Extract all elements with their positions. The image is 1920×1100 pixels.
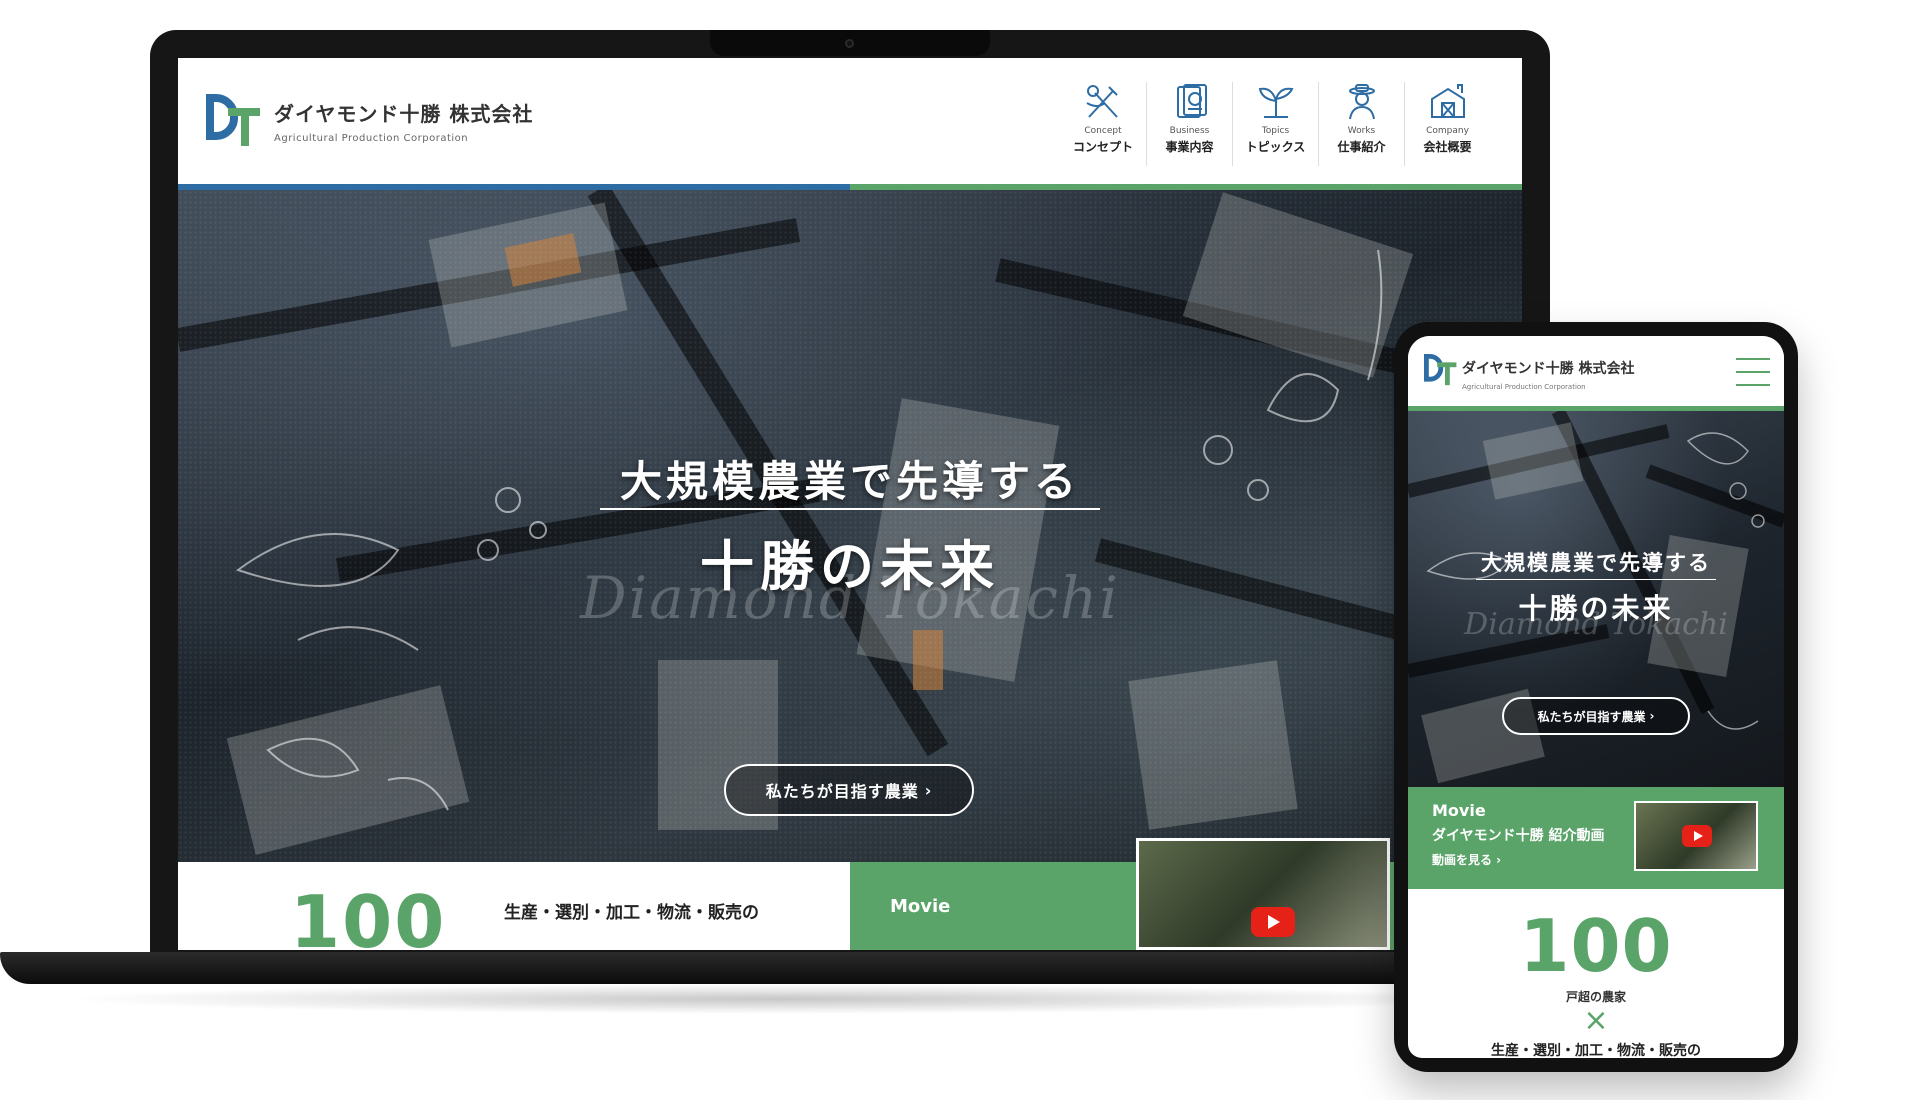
hero-cta-label: 私たちが目指す農業 (765, 782, 919, 801)
nav-label-ja: 仕事紹介 (1337, 140, 1386, 154)
hero-title-line2: 十勝の未来 (700, 534, 1000, 598)
hero-divider (600, 508, 1100, 510)
nav-item-works[interactable]: Works 仕事紹介 (1318, 82, 1404, 166)
nav-label-ja: 会社概要 (1423, 140, 1472, 154)
camera-icon (845, 39, 854, 48)
site-logo[interactable]: ダイヤモンド十勝 株式会社 Agricultural Production Co… (206, 94, 533, 148)
hamburger-menu-icon[interactable] (1736, 358, 1770, 386)
mobile-hero-title-line1: 大規模農業で先導する (1481, 551, 1711, 575)
laptop-screen: ダイヤモンド十勝 株式会社 Agricultural Production Co… (178, 58, 1522, 950)
movie-thumbnail[interactable] (1136, 838, 1390, 950)
phone-frame: ダイヤモンド十勝 株式会社 Agricultural Production Co… (1394, 322, 1798, 1072)
mobile-hero-cta-label: 私たちが目指す農業 (1537, 709, 1646, 724)
barn-icon (1427, 82, 1469, 122)
mobile-hero-divider (1476, 579, 1716, 580)
seed-packet-icon (1169, 82, 1211, 122)
movie-label: Movie (890, 896, 951, 917)
nav-label-ja: コンセプト (1072, 140, 1133, 154)
dt-logo-icon (1424, 354, 1457, 386)
mobile-intro-text: 生産・選別・加工・物流・販売の (1491, 1043, 1701, 1058)
sprout-icon (1255, 82, 1297, 122)
mobile-company-subtitle: Agricultural Production Corporation (1462, 383, 1586, 391)
farm-count-number: 100 (290, 880, 447, 950)
company-name: ダイヤモンド十勝 株式会社 (274, 102, 534, 126)
youtube-play-icon[interactable] (1251, 907, 1295, 937)
phone-screen: ダイヤモンド十勝 株式会社 Agricultural Production Co… (1408, 336, 1784, 1058)
nav-label-ja: トピックス (1245, 140, 1306, 154)
mobile-hero-cta-button[interactable]: 私たちが目指す農業 › (1502, 697, 1690, 735)
mobile-movie-label: Movie (1432, 801, 1486, 820)
intro-text: 生産・選別・加工・物流・販売の (504, 903, 759, 923)
nav-label-en: Works (1347, 126, 1376, 136)
tools-icon (1082, 82, 1124, 122)
laptop-frame: ダイヤモンド十勝 株式会社 Agricultural Production Co… (150, 30, 1550, 958)
chevron-right-icon: › (1649, 709, 1655, 723)
mobile-company-name: ダイヤモンド十勝 株式会社 (1462, 361, 1635, 377)
mobile-farm-count-number: 100 (1519, 904, 1673, 988)
nav-label-en: Company (1426, 126, 1469, 136)
nav-item-concept[interactable]: Concept コンセプト (1060, 82, 1146, 166)
mobile-header: ダイヤモンド十勝 株式会社 Agricultural Production Co… (1408, 336, 1784, 406)
hero-cta-button[interactable]: 私たちが目指す農業 › (724, 764, 974, 816)
nav-label-en: Business (1169, 126, 1210, 136)
company-subtitle: Agricultural Production Corporation (274, 133, 469, 144)
laptop-base (0, 952, 1560, 984)
chevron-right-icon: › (924, 780, 933, 800)
hero-title-line1: 大規模農業で先導する (619, 457, 1080, 506)
times-icon: × (1583, 1003, 1609, 1038)
mobile-movie-link[interactable]: 動画を見る › (1432, 851, 1501, 868)
site-header: ダイヤモンド十勝 株式会社 Agricultural Production Co… (178, 58, 1522, 184)
farmer-icon (1341, 82, 1383, 122)
nav-label-en: Topics (1261, 126, 1290, 136)
mobile-movie-title: ダイヤモンド十勝 紹介動画 (1432, 828, 1605, 844)
mobile-site-logo[interactable]: ダイヤモンド十勝 株式会社 Agricultural Production Co… (1424, 354, 1634, 391)
hero-section: 大規模農業で先導する Diamond Tokachi 十勝の未来 私たちが目指す… (178, 190, 1522, 862)
laptop-shadow (60, 984, 1500, 1014)
dt-logo-icon (206, 94, 262, 148)
mobile-movie-thumbnail[interactable] (1634, 801, 1758, 871)
youtube-play-icon[interactable] (1682, 825, 1712, 847)
nav-label-ja: 事業内容 (1165, 140, 1214, 154)
mobile-hero-title-line2: 十勝の未来 (1518, 592, 1674, 625)
mockup-stage: ダイヤモンド十勝 株式会社 Agricultural Production Co… (0, 0, 1920, 1100)
nav-item-company[interactable]: Company 会社概要 (1404, 82, 1490, 166)
mobile-movie-panel[interactable]: Movie ダイヤモンド十勝 紹介動画 動画を見る › (1408, 787, 1784, 889)
nav-label-en: Concept (1084, 126, 1122, 136)
mobile-hero: 大規模農業で先導する Diamond Tokachi 十勝の未来 私たちが目指す… (1408, 411, 1784, 787)
intro-strip: 100 生産・選別・加工・物流・販売の Movie (178, 838, 1522, 950)
nav-item-topics[interactable]: Topics トピックス (1232, 82, 1318, 166)
main-nav: Concept コンセプト Business 事業内容 Topics トピックス… (1060, 82, 1490, 166)
nav-item-business[interactable]: Business 事業内容 (1146, 82, 1232, 166)
